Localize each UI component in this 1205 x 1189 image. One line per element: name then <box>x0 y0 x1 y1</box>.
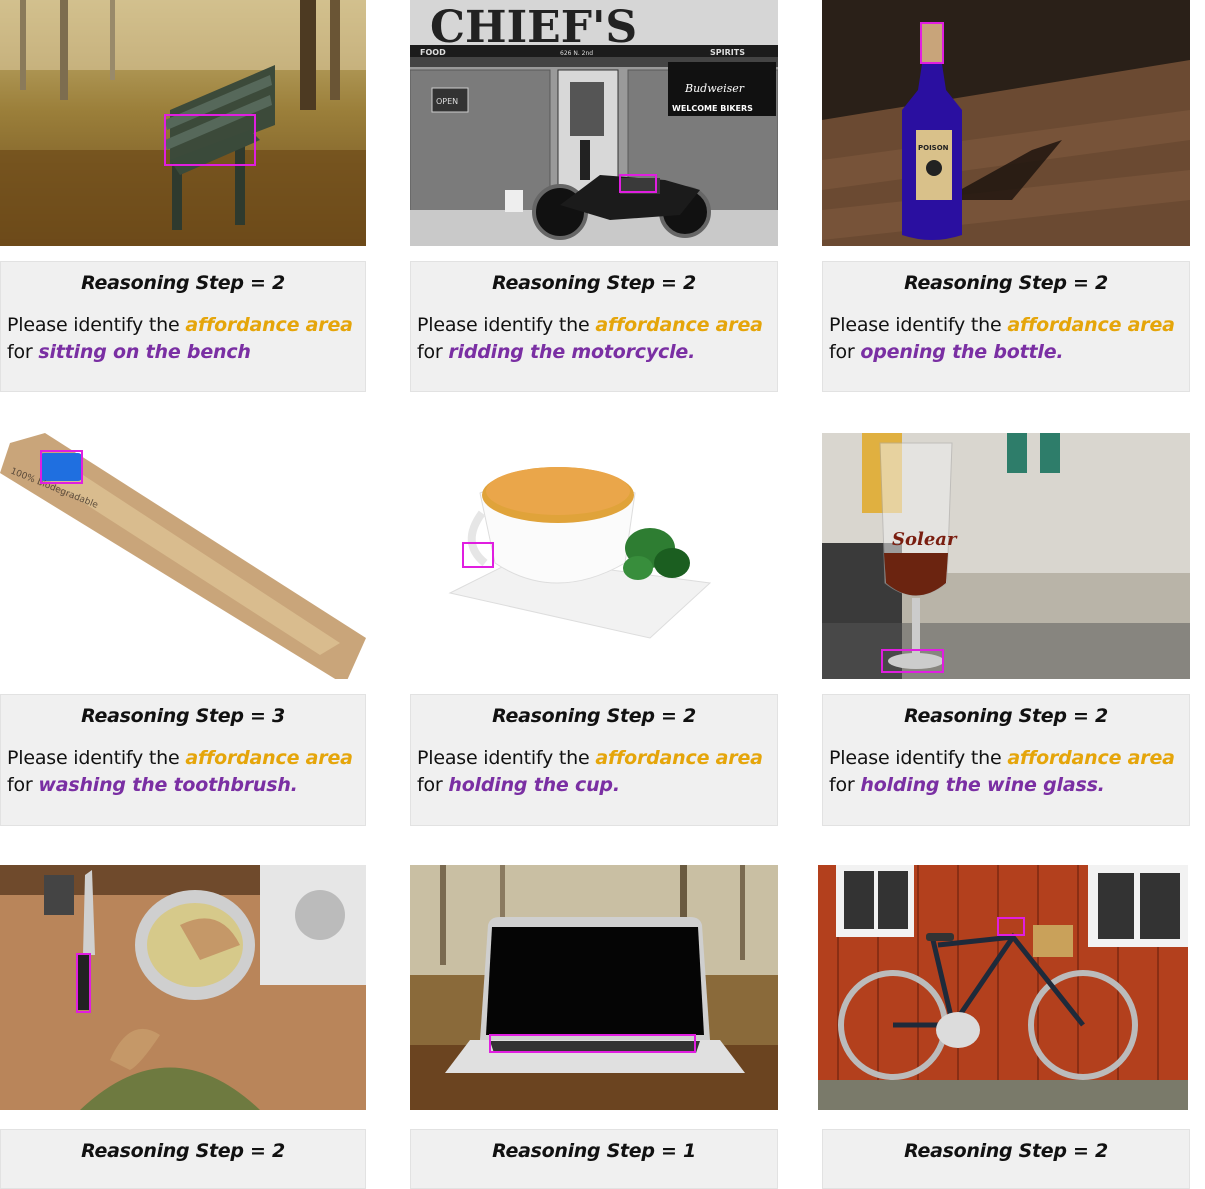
prompt-text: Please identify the affordance area for … <box>417 314 763 363</box>
affordance-bbox <box>462 542 494 568</box>
reasoning-step: Reasoning Step = 2 <box>492 705 696 727</box>
photo-bottle: POISON <box>822 0 1190 246</box>
affordance-highlight: affordance area <box>595 747 763 769</box>
photo-motorcycle: CHIEF'S FOOD 626 N. 2nd SPIRITS OPEN Bud… <box>410 0 778 246</box>
action-highlight: sitting on the bench <box>38 341 251 363</box>
caption-card-8: Reasoning Step = 1 <box>410 1129 778 1189</box>
affordance-highlight: affordance area <box>1007 314 1175 336</box>
sign-welcome-bikers: WELCOME BIKERS <box>672 104 753 113</box>
reasoning-step: Reasoning Step = 2 <box>904 705 1108 727</box>
reasoning-step: Reasoning Step = 2 <box>81 1140 285 1162</box>
sign-food: FOOD <box>420 48 446 57</box>
affordance-highlight: affordance area <box>1007 747 1175 769</box>
affordance-bbox <box>164 114 256 166</box>
caption-card-2: Reasoning Step = 2 Please identify the a… <box>410 261 778 392</box>
reasoning-step: Reasoning Step = 1 <box>492 1140 696 1162</box>
action-highlight: holding the cup. <box>448 774 620 796</box>
action-highlight: opening the bottle. <box>860 341 1064 363</box>
reasoning-step: Reasoning Step = 2 <box>492 272 696 294</box>
reasoning-step: Reasoning Step = 2 <box>904 1140 1108 1162</box>
caption-card-5: Reasoning Step = 2 Please identify the a… <box>410 694 778 826</box>
caption-card-1: Reasoning Step = 2 Please identify the a… <box>0 261 366 392</box>
action-highlight: washing the toothbrush. <box>38 774 298 796</box>
sign-address: 626 N. 2nd <box>560 50 593 57</box>
photo-bench <box>0 0 366 246</box>
photo-kitchen-knife <box>0 865 366 1110</box>
affordance-bbox <box>40 450 83 484</box>
prompt-text: Please identify the affordance area for … <box>7 747 353 796</box>
sign-spirits: SPIRITS <box>710 48 745 57</box>
affordance-highlight: affordance area <box>185 747 353 769</box>
sign-budweiser: Budweiser <box>684 82 745 95</box>
sign-open: OPEN <box>436 97 458 106</box>
reasoning-step: Reasoning Step = 2 <box>81 272 285 294</box>
photo-wine-glass: Solear <box>822 433 1190 679</box>
affordance-bbox <box>881 649 944 673</box>
prompt-text: Please identify the affordance area for … <box>829 747 1175 796</box>
sign-chiefs: CHIEF'S <box>430 2 637 53</box>
reasoning-step: Reasoning Step = 3 <box>81 705 285 727</box>
affordance-bbox <box>76 953 91 1013</box>
caption-card-3: Reasoning Step = 2 Please identify the a… <box>822 261 1190 392</box>
prompt-text: Please identify the affordance area for … <box>829 314 1175 363</box>
photo-bicycle <box>818 865 1188 1110</box>
affordance-highlight: affordance area <box>185 314 353 336</box>
affordance-highlight: affordance area <box>595 314 763 336</box>
affordance-bbox <box>920 22 944 64</box>
affordance-bbox <box>489 1034 696 1053</box>
reasoning-step: Reasoning Step = 2 <box>904 272 1108 294</box>
photo-tea-cup <box>410 433 778 679</box>
affordance-bbox <box>619 174 657 193</box>
label-poison: POISON <box>918 144 949 152</box>
prompt-text: Please identify the affordance area for … <box>7 314 353 363</box>
photo-laptop <box>410 865 778 1110</box>
photo-toothbrush: 100% biodegradable <box>0 433 366 679</box>
caption-card-9: Reasoning Step = 2 <box>822 1129 1190 1189</box>
glass-label: Solear <box>892 529 958 550</box>
action-highlight: holding the wine glass. <box>860 774 1105 796</box>
prompt-text: Please identify the affordance area for … <box>417 747 763 796</box>
caption-card-7: Reasoning Step = 2 <box>0 1129 366 1189</box>
caption-card-4: Reasoning Step = 3 Please identify the a… <box>0 694 366 826</box>
action-highlight: ridding the motorcycle. <box>448 341 696 363</box>
affordance-bbox <box>997 917 1025 936</box>
caption-card-6: Reasoning Step = 2 Please identify the a… <box>822 694 1190 826</box>
